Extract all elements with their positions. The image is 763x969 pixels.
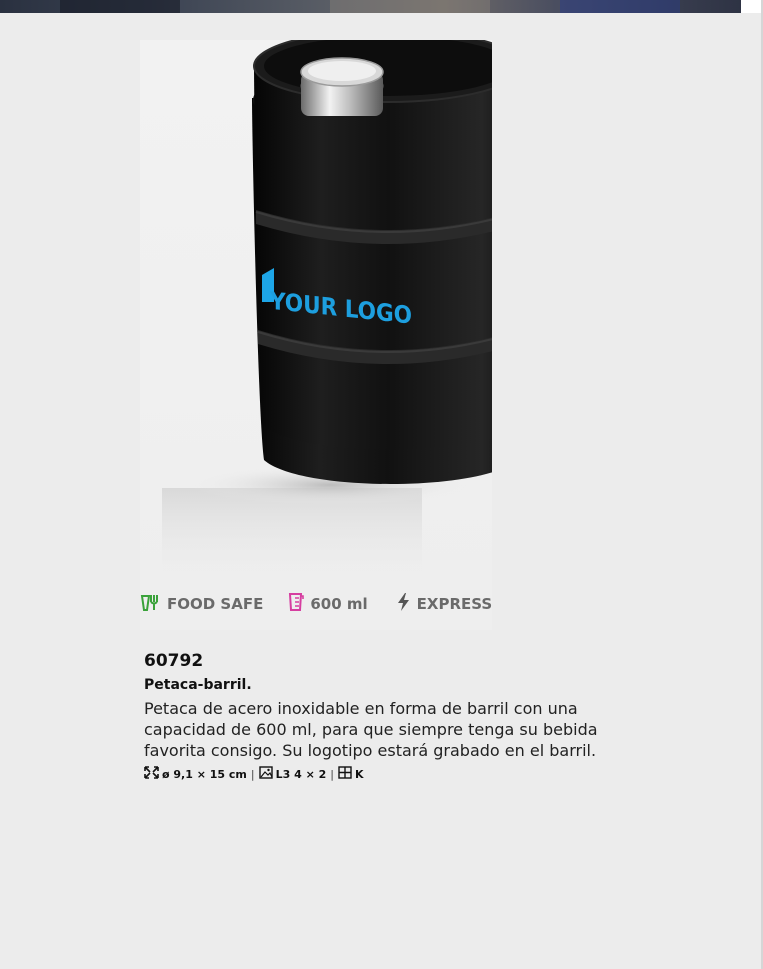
- barrel-flask-illustration: YOUR LOGO: [162, 40, 492, 588]
- product-info: 60792 Petaca-barril. Petaca de acero ino…: [144, 648, 624, 783]
- badge-capacity-label: 600 ml: [310, 595, 368, 613]
- spec-size: ø 9,1 × 15 cm: [162, 767, 247, 781]
- badge-row: FOOD SAFE 600 ml EXPRESS: [140, 590, 516, 618]
- top-photo-strip: [0, 0, 741, 13]
- lightning-icon: [396, 592, 412, 616]
- product-description: Petaca de acero inoxidable en forma de b…: [144, 699, 598, 760]
- badge-capacity: 600 ml: [287, 592, 368, 616]
- badge-express: EXPRESS: [396, 592, 493, 616]
- product-sku: 60792: [144, 651, 204, 671]
- image-print-icon: [258, 766, 273, 782]
- badge-food-safe-label: FOOD SAFE: [167, 595, 264, 613]
- packaging-grid-icon: [338, 766, 352, 782]
- spec-separator: |: [250, 767, 255, 781]
- product-name: Petaca-barril.: [144, 677, 252, 693]
- top-right-edge: [741, 0, 763, 13]
- product-image: YOUR LOGO: [140, 40, 492, 630]
- measuring-cup-icon: [287, 592, 305, 616]
- badge-food-safe: FOOD SAFE: [140, 592, 263, 616]
- spec-print: L3 4 × 2: [275, 767, 327, 781]
- dimensions-icon: [144, 766, 159, 782]
- badge-express-label: EXPRESS: [416, 595, 493, 613]
- spec-packaging: K: [355, 767, 364, 781]
- spec-separator: |: [330, 767, 334, 781]
- product-specs: ø 9,1 × 15 cm | L3 4 × 2 | K: [144, 765, 624, 783]
- food-safe-icon: [140, 592, 162, 616]
